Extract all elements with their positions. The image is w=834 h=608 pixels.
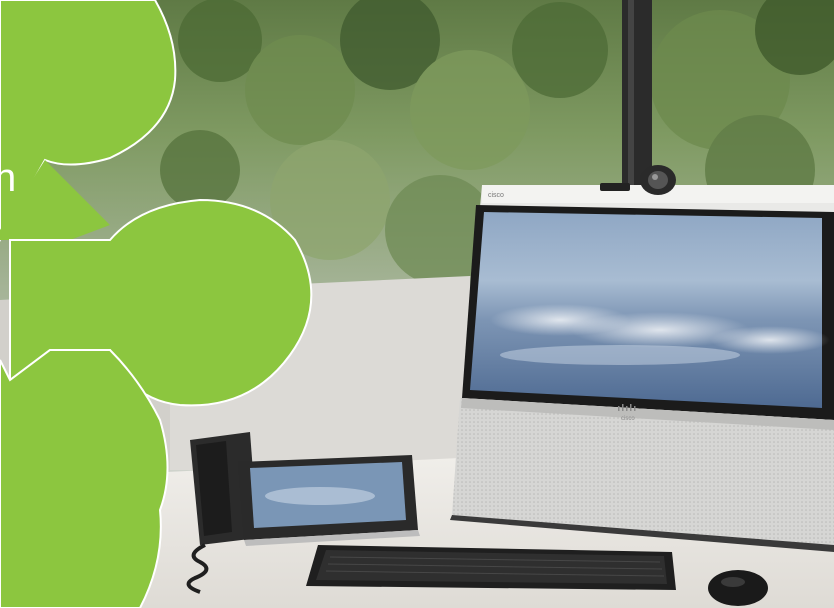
- photo-scene: cisco cisco n: [0, 0, 834, 608]
- video-endpoint: cisco cisco: [450, 185, 834, 552]
- keyboard: [306, 545, 676, 590]
- monitor-brand-bottom: cisco: [621, 416, 635, 422]
- mouse: [708, 570, 768, 606]
- window-mullion: [622, 0, 652, 190]
- monitor-brand-top: cisco: [488, 192, 504, 199]
- overlay-fragment-text: n: [0, 156, 17, 200]
- office-desk-photo: cisco cisco: [0, 0, 834, 608]
